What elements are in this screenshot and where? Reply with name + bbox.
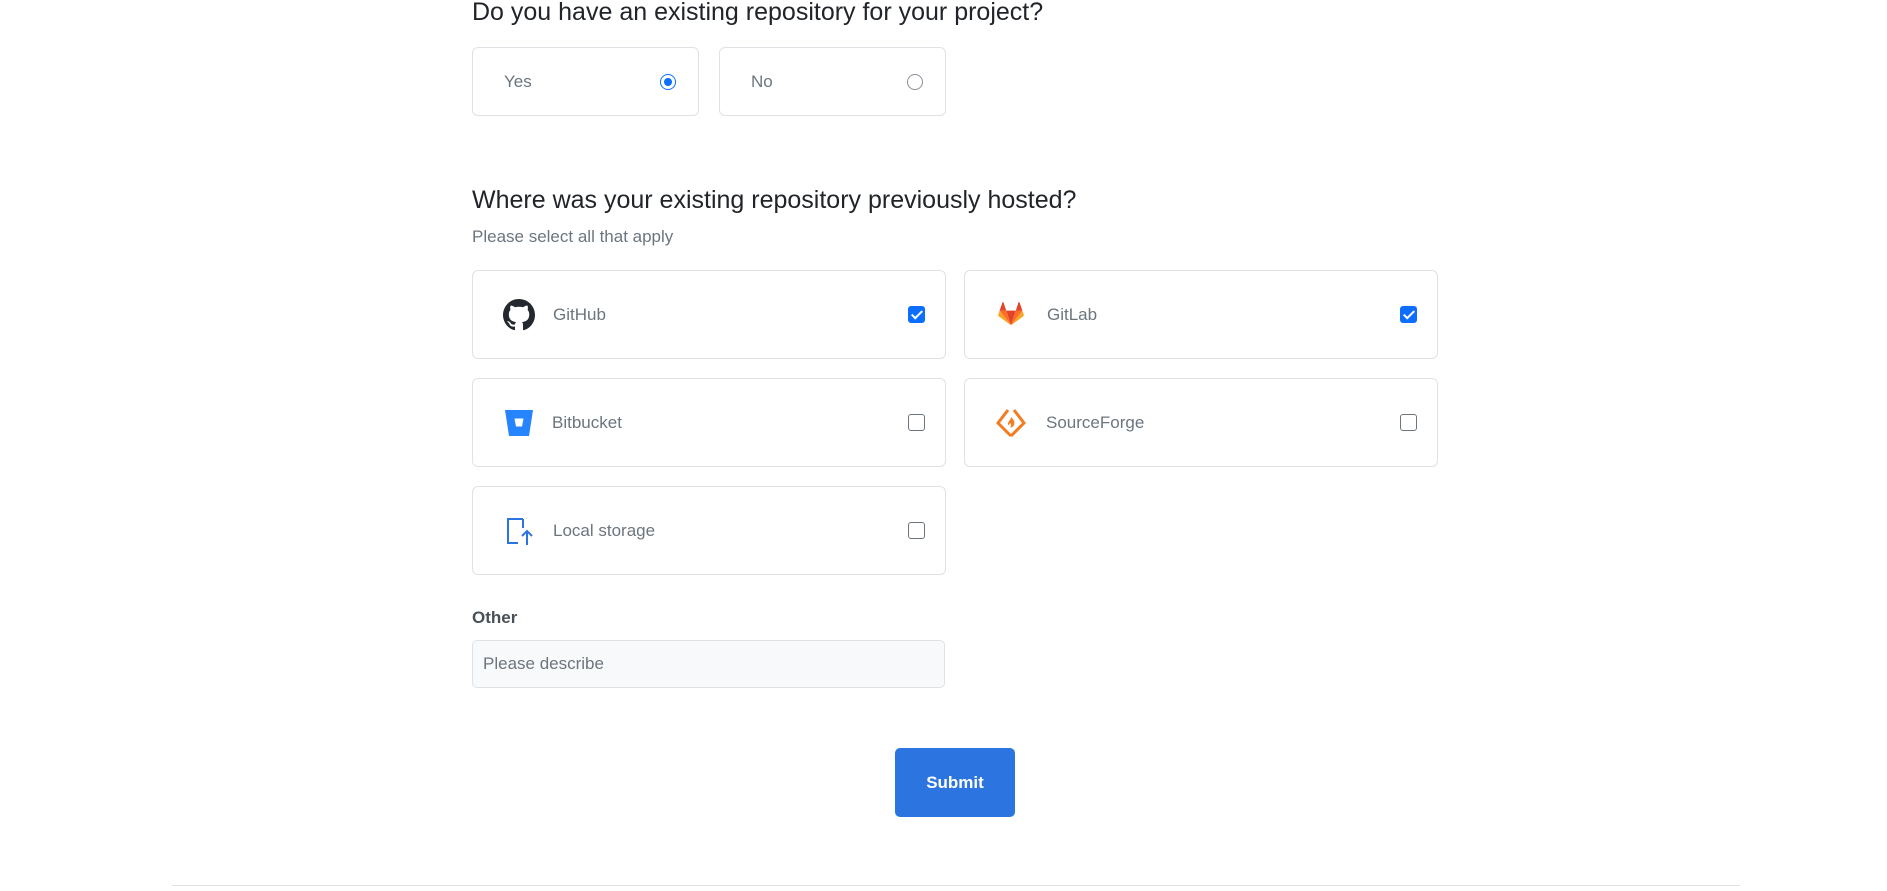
checkbox-github[interactable] [908,306,925,323]
radio-option-yes[interactable]: Yes [472,47,699,116]
radio-label-no: No [751,72,773,91]
host-option-github[interactable]: GitHub [472,270,946,359]
host-label-bitbucket: Bitbucket [552,413,622,432]
host-label-github: GitHub [553,305,606,324]
host-option-gitlab[interactable]: GitLab [964,270,1438,359]
host-label-local-storage: Local storage [553,521,656,540]
checkbox-bitbucket[interactable] [908,414,925,431]
host-option-bitbucket[interactable]: Bitbucket [472,378,946,467]
host-label-gitlab: GitLab [1047,305,1098,324]
submit-button[interactable]: Submit [895,748,1015,817]
other-label: Other [472,608,518,627]
bitbucket-icon [502,406,536,440]
checkbox-gitlab[interactable] [1400,306,1417,323]
host-option-local-storage[interactable]: Local storage [472,486,946,575]
question-host-subtitle: Please select all that apply [472,227,674,246]
github-icon [502,298,536,332]
host-label-sourceforge: SourceForge [1046,413,1145,432]
sourceforge-icon [994,406,1028,440]
footer-divider [172,885,1740,886]
gitlab-icon [994,298,1028,332]
radio-button-yes[interactable] [660,74,676,90]
radio-option-no[interactable]: No [719,47,946,116]
question-host-title: Where was your existing repository previ… [472,186,1077,214]
question-repo-title: Do you have an existing repository for y… [472,0,1044,26]
checkbox-sourceforge[interactable] [1400,414,1417,431]
host-option-sourceforge[interactable]: SourceForge [964,378,1438,467]
page: Do you have an existing repository for y… [0,0,1887,891]
radio-button-no[interactable] [907,74,923,90]
checkbox-local-storage[interactable] [908,522,925,539]
local-storage-icon [502,514,536,548]
radio-label-yes: Yes [504,72,532,91]
other-description-input[interactable] [472,640,945,688]
